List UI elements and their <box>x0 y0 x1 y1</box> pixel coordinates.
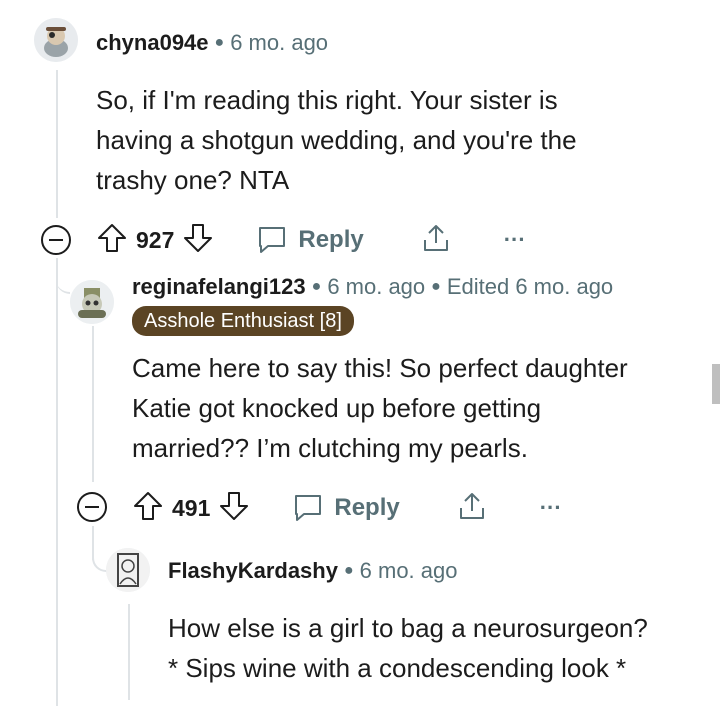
thread-line-1[interactable] <box>56 70 58 218</box>
comment-username[interactable]: chyna094e <box>96 30 209 55</box>
comment-username[interactable]: reginafelangi123 <box>132 274 306 299</box>
thread-line-1-continued[interactable] <box>56 258 58 706</box>
comment-body-line: trashy one? NTA <box>96 165 290 195</box>
comment-body-line: Came here to say this! So perfect daught… <box>132 353 628 383</box>
collapse-icon <box>41 225 71 255</box>
comment-username[interactable]: FlashyKardashy <box>168 558 338 583</box>
vote-count: 491 <box>172 494 211 521</box>
thread-line-2[interactable] <box>92 326 94 482</box>
comment-body-line: So, if I'm reading this right. Your sist… <box>96 85 558 115</box>
share-icon[interactable] <box>420 222 452 259</box>
separator-dot: ● <box>214 34 225 51</box>
collapse-icon <box>77 492 107 522</box>
downvote-icon[interactable] <box>182 222 214 259</box>
avatar[interactable] <box>106 548 150 592</box>
separator-dot: ● <box>431 278 441 295</box>
reply-button[interactable]: Reply <box>292 493 400 523</box>
vote-count: 927 <box>136 226 175 253</box>
comment-actions: 491 Reply ··· <box>132 488 562 528</box>
comment-body-line: having a shotgun wedding, and you're the <box>96 125 577 155</box>
upvote-icon[interactable] <box>132 490 164 527</box>
reply-icon <box>259 227 286 253</box>
comment-body: How else is a girl to bag a neurosurgeon… <box>168 608 708 688</box>
thread-branch-2 <box>56 258 70 294</box>
comment-time: 6 mo. ago <box>230 30 329 55</box>
collapse-button[interactable] <box>76 491 108 528</box>
share-icon[interactable] <box>456 490 488 527</box>
collapse-button[interactable] <box>40 224 72 261</box>
reply-icon <box>295 495 322 521</box>
separator-dot: ● <box>343 562 354 579</box>
reply-label: Reply <box>334 494 400 521</box>
comment-body-line: Katie got knocked up before getting <box>132 393 542 423</box>
scrollbar-thumb[interactable] <box>712 364 720 404</box>
comment-body-line: How else is a girl to bag a neurosurgeon… <box>168 613 648 643</box>
separator-dot: ● <box>311 278 322 295</box>
upvote-icon[interactable] <box>96 222 128 259</box>
user-flair: Asshole Enthusiast [8] <box>132 306 354 336</box>
more-options-button[interactable]: ··· <box>540 495 562 521</box>
thread-line-3[interactable] <box>128 604 130 700</box>
reply-button[interactable]: Reply <box>256 225 364 255</box>
comment-actions: 927 Reply ··· <box>96 220 526 260</box>
edited-label: Edited 6 mo. ago <box>446 274 614 299</box>
comment-time: 6 mo. ago <box>359 558 458 583</box>
downvote-icon[interactable] <box>218 490 250 527</box>
more-options-button[interactable]: ··· <box>504 227 526 253</box>
avatar[interactable] <box>34 18 78 62</box>
comment-body-line: * Sips wine with a condescending look * <box>168 653 627 683</box>
avatar[interactable] <box>70 280 114 324</box>
comment-time: 6 mo. ago <box>327 274 426 299</box>
comment-body: So, if I'm reading this right. Your sist… <box>96 80 696 200</box>
comment-body: Came here to say this! So perfect daught… <box>132 348 702 468</box>
reply-label: Reply <box>298 226 364 253</box>
comment-body-line: married?? I’m clutching my pearls. <box>132 433 528 463</box>
